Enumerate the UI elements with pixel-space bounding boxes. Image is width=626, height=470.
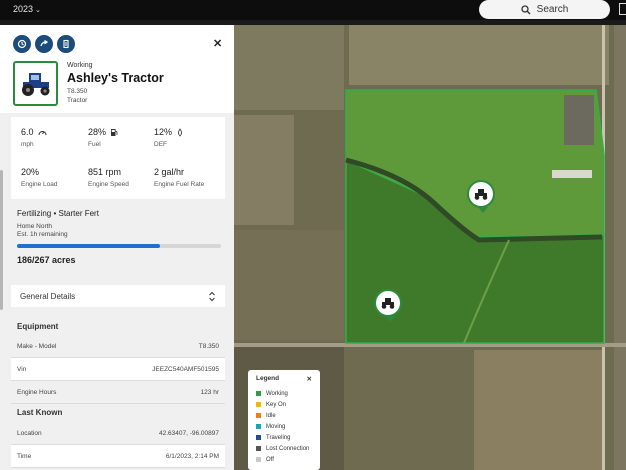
legend-item: Traveling bbox=[256, 432, 312, 443]
equipment-heading: Equipment bbox=[17, 322, 59, 331]
search-icon bbox=[521, 4, 531, 14]
stat-speed: 6.0 mph bbox=[21, 127, 47, 148]
tractor-map-pin[interactable] bbox=[467, 180, 495, 213]
stat-engine-speed: 851 rpm Engine Speed bbox=[88, 167, 129, 188]
map-legend: Legend ✕ Working Key On Idle Moving Trav… bbox=[248, 370, 320, 470]
chevron-up-down-icon bbox=[209, 291, 215, 301]
history-button[interactable] bbox=[13, 35, 31, 53]
legend-item: Off bbox=[256, 454, 312, 465]
legend-swatch bbox=[256, 402, 261, 407]
legend-title: Legend bbox=[256, 375, 280, 382]
tractor-icon bbox=[21, 72, 49, 96]
details-dropdown-label: General Details bbox=[20, 291, 76, 301]
speedometer-icon bbox=[38, 131, 47, 136]
task-section: Fertilizing • Starter Fert Home North Es… bbox=[17, 209, 225, 265]
def-icon bbox=[178, 127, 182, 137]
stat-engine-load: 20% Engine Load bbox=[21, 167, 58, 188]
year-value: 2023 bbox=[13, 4, 34, 14]
close-icon[interactable]: ✕ bbox=[307, 375, 312, 383]
task-acres: 186/267 acres bbox=[17, 255, 76, 265]
task-progress-bar bbox=[17, 244, 221, 248]
legend-item: Lost Connection bbox=[256, 443, 312, 454]
task-title: Fertilizing • Starter Fert bbox=[17, 209, 99, 218]
legend-swatch bbox=[256, 435, 261, 440]
legend-item: Idle bbox=[256, 410, 312, 421]
legend-item: Moving bbox=[256, 421, 312, 432]
tractor-icon bbox=[474, 189, 488, 200]
tractor-map-pin[interactable] bbox=[374, 289, 402, 322]
task-remaining: Est. 1h remaining bbox=[17, 231, 68, 238]
legend-swatch bbox=[256, 413, 261, 418]
vehicle-model: T8.350 bbox=[67, 88, 88, 95]
vehicle-status: Working bbox=[67, 62, 93, 69]
year-selector[interactable]: 2023 ⌄ bbox=[13, 4, 41, 14]
legend-swatch bbox=[256, 391, 261, 396]
table-row: Time 6/1/2023, 2:14 PM bbox=[11, 445, 225, 468]
search-button[interactable]: Search bbox=[479, 0, 610, 19]
route-button[interactable] bbox=[57, 35, 75, 53]
search-label: Search bbox=[536, 4, 569, 15]
stats-card: 6.0 mph 28% Fuel 12% DEF 20% Engine Load… bbox=[11, 117, 225, 199]
vehicle-detail-panel: ✕ Working Ashley's Tractor T8.350 Tracto… bbox=[0, 25, 234, 470]
top-bar: 2023 ⌄ Search bbox=[0, 0, 626, 20]
task-field: Home North bbox=[17, 223, 53, 230]
legend-item: Key On bbox=[256, 399, 312, 410]
expand-icon[interactable] bbox=[619, 3, 626, 15]
table-row: Location 42.63407, -96.00897 bbox=[11, 422, 225, 445]
close-icon[interactable]: ✕ bbox=[213, 37, 222, 50]
legend-item: Working bbox=[256, 388, 312, 399]
history-icon bbox=[17, 39, 27, 49]
last-known-heading: Last Known bbox=[17, 408, 63, 417]
table-row: Make - Model T8.350 bbox=[11, 335, 225, 358]
legend-swatch bbox=[256, 446, 261, 451]
legend-swatch bbox=[256, 457, 261, 462]
vehicle-type: Tractor bbox=[67, 97, 88, 104]
panel-header: ✕ Working Ashley's Tractor T8.350 Tracto… bbox=[0, 25, 234, 113]
table-row: Engine Hours 123 hr bbox=[11, 381, 225, 404]
vehicle-thumbnail bbox=[13, 61, 58, 106]
task-progress-fill bbox=[17, 244, 160, 248]
route-icon bbox=[63, 39, 69, 49]
share-arrow-icon bbox=[40, 39, 49, 47]
fuel-pump-icon bbox=[111, 128, 118, 136]
details-dropdown[interactable]: General Details bbox=[11, 285, 225, 307]
stat-def: 12% DEF bbox=[154, 127, 184, 148]
vehicle-name: Ashley's Tractor bbox=[67, 71, 164, 85]
chevron-down-icon: ⌄ bbox=[35, 7, 41, 14]
stat-fuel: 28% Fuel bbox=[88, 127, 118, 148]
legend-swatch bbox=[256, 424, 261, 429]
share-button[interactable] bbox=[35, 35, 53, 53]
table-row: Vin JEEZC540AMF501595 bbox=[11, 358, 225, 381]
stat-fuel-rate: 2 gal/hr Engine Fuel Rate bbox=[154, 167, 205, 188]
tractor-icon bbox=[381, 298, 395, 309]
panel-scrollbar[interactable] bbox=[0, 170, 3, 310]
